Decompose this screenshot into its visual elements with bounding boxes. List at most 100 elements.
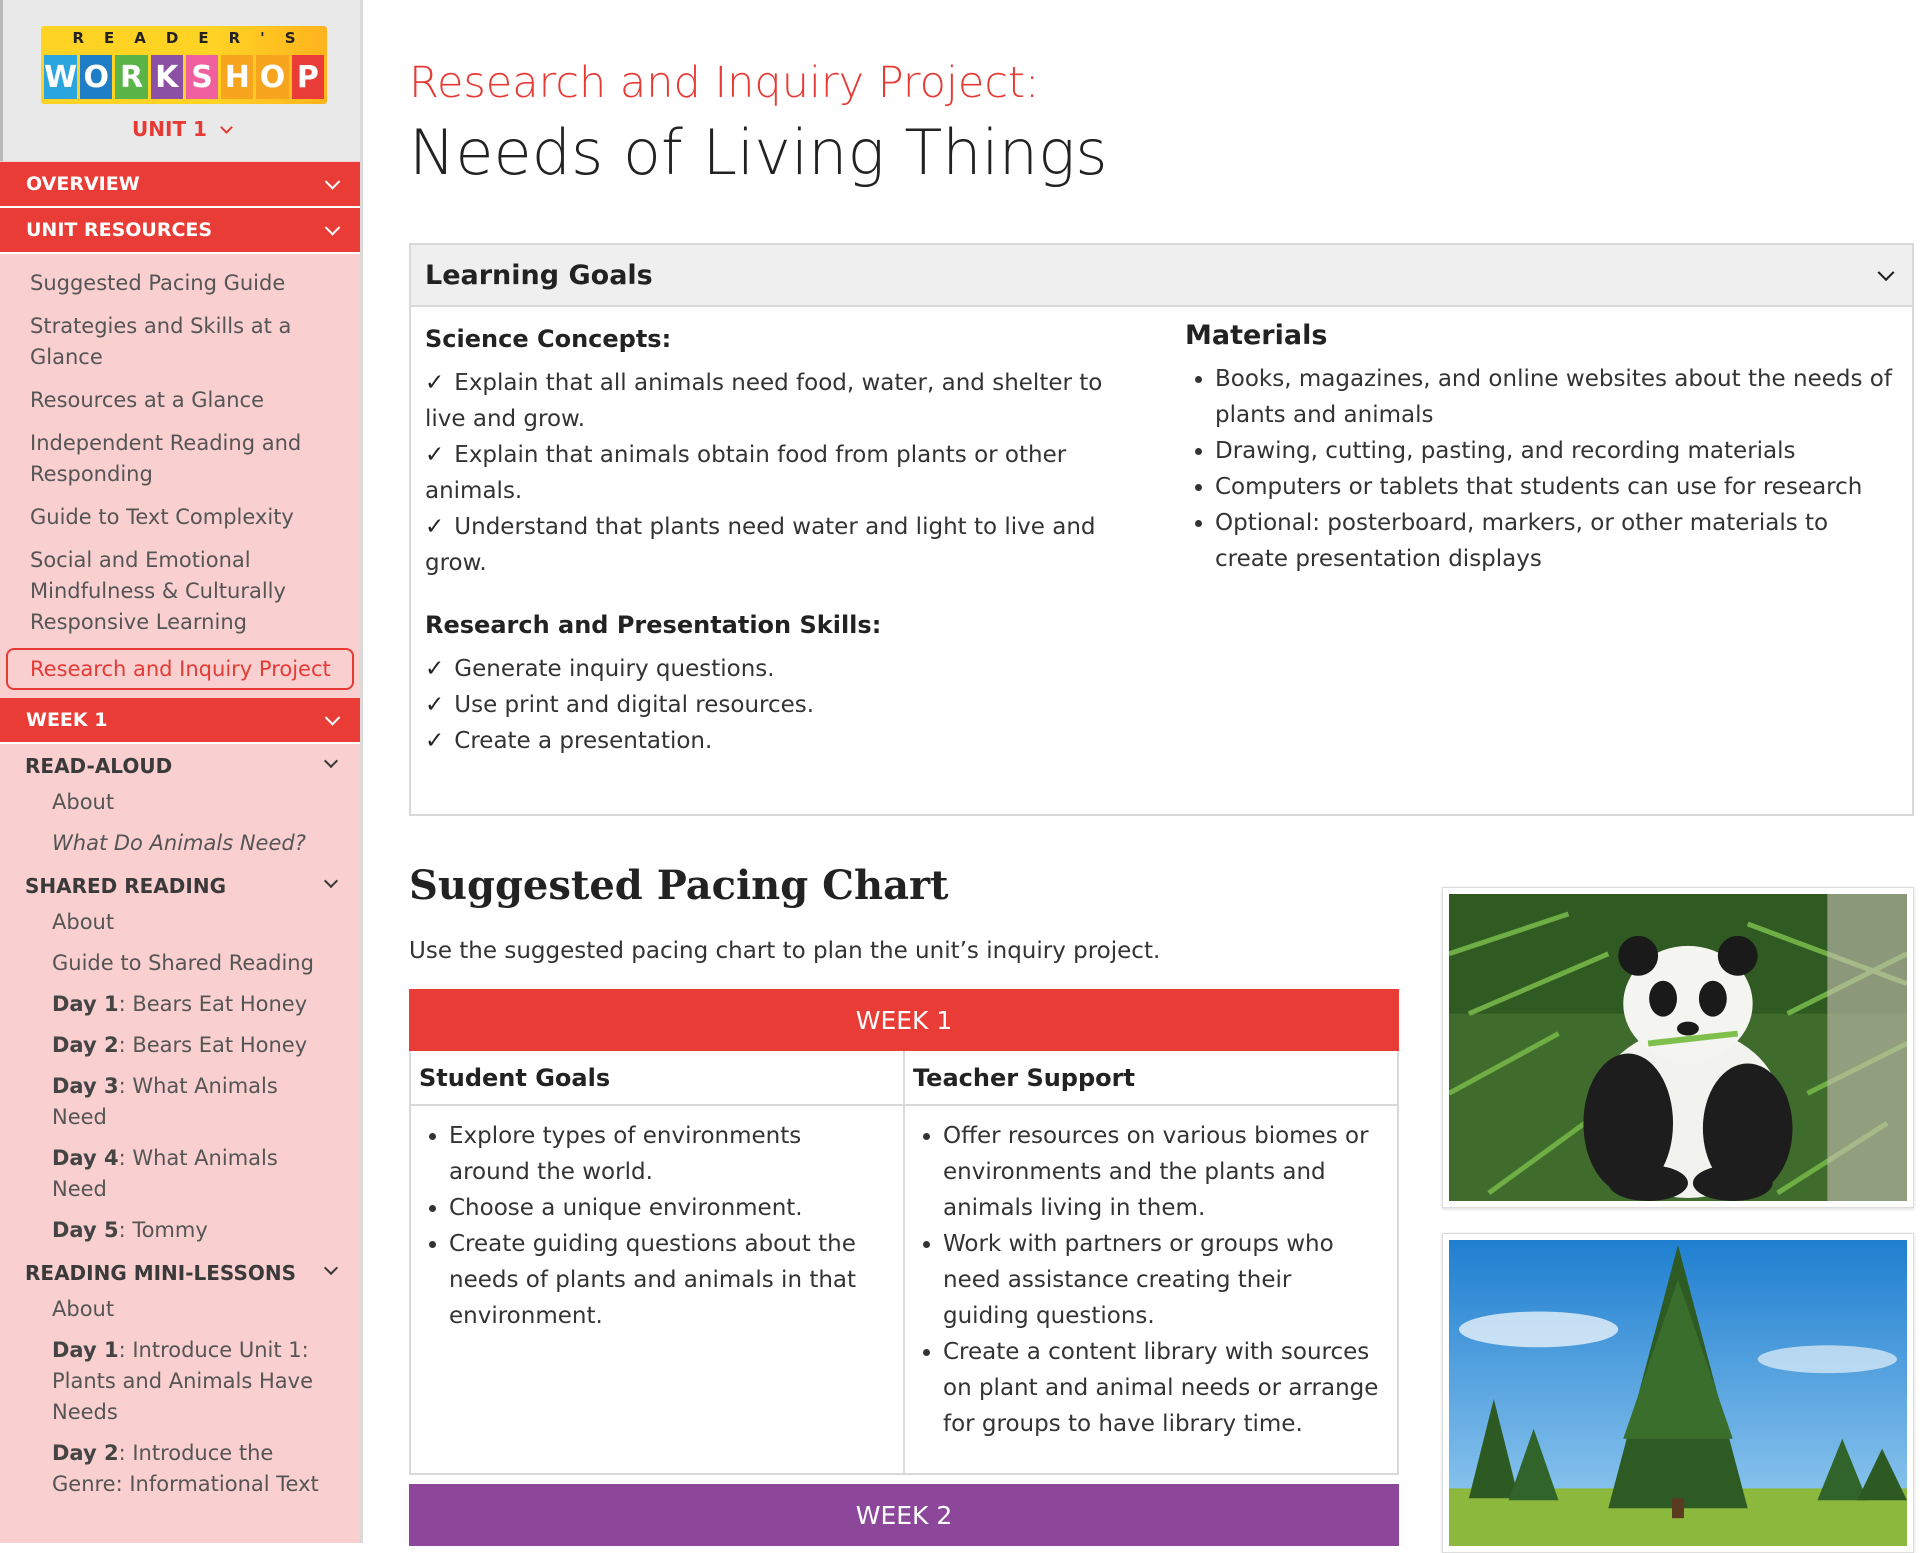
list-item: Computers or tablets that students can u…: [1215, 469, 1905, 505]
week1-bar[interactable]: WEEK 1: [409, 989, 1399, 1051]
shared-reading-day-2[interactable]: Day 2: Bears Eat Honey: [0, 1025, 360, 1066]
pacing-chart-title: Suggested Pacing Chart: [409, 862, 949, 909]
chevron-down-icon: [324, 174, 341, 190]
list-item: ✓ Generate inquiry questions.: [425, 651, 1150, 687]
sidebar-link-pacing-guide[interactable]: Suggested Pacing Guide: [0, 262, 360, 305]
mini-lessons-day-1[interactable]: Day 1: Introduce Unit 1: Plants and Anim…: [0, 1330, 360, 1433]
logo-area: READER'S WORKSHOP UNIT 1: [0, 0, 360, 161]
read-aloud-section[interactable]: READ-ALOUD: [0, 744, 360, 782]
unit-resources-label: UNIT RESOURCES: [26, 219, 213, 241]
mini-lessons-about[interactable]: About: [0, 1289, 360, 1330]
logo-letter: K: [150, 55, 183, 99]
unit-selector[interactable]: UNIT 1: [3, 117, 360, 141]
shared-reading-day-5[interactable]: Day 5: Tommy: [0, 1210, 360, 1251]
sidebar-link-independent-reading[interactable]: Independent Reading and Responding: [0, 422, 360, 496]
read-aloud-title: READ-ALOUD: [25, 754, 173, 778]
day-label: Day 2: [52, 1441, 119, 1465]
unit-resources-links: Suggested Pacing Guide Strategies and Sk…: [0, 254, 360, 694]
student-goals-column: Student Goals Explore types of environme…: [411, 1051, 905, 1473]
list-item: Explore types of environments around the…: [449, 1118, 889, 1190]
logo-letter: H: [221, 55, 254, 99]
list-item: ✓ Explain that all animals need food, wat…: [425, 365, 1150, 437]
learning-goals-title: Learning Goals: [425, 259, 653, 291]
logo-top-text: READER'S: [72, 29, 316, 47]
logo-letter: P: [291, 55, 324, 99]
list-item: Offer resources on various biomes or env…: [943, 1118, 1383, 1226]
skills-heading: Research and Presentation Skills:: [425, 611, 882, 639]
sidebar-link-research-inquiry[interactable]: Research and Inquiry Project: [6, 648, 354, 690]
panda-illustration: [1449, 894, 1907, 1201]
list-item: Work with partners or groups who need as…: [943, 1226, 1383, 1334]
list-item: Create guiding questions about the needs…: [449, 1226, 889, 1334]
day-label: Day 1: [52, 992, 119, 1016]
day-text: : Tommy: [118, 1218, 208, 1242]
skills-list: ✓ Generate inquiry questions. ✓ Use print …: [425, 651, 1150, 759]
day-label: Day 1: [52, 1338, 119, 1362]
week1-label: WEEK 1: [26, 709, 108, 731]
week2-bar[interactable]: WEEK 2: [409, 1484, 1399, 1546]
chevron-down-icon: [220, 121, 233, 134]
student-goals-header: Student Goals: [411, 1051, 903, 1106]
shared-reading-guide[interactable]: Guide to Shared Reading: [0, 943, 360, 984]
chevron-down-icon: [324, 220, 341, 236]
learning-goals-panel: Learning Goals Science Concepts: ✓ Explai…: [409, 243, 1914, 816]
logo-letter: W: [44, 55, 78, 99]
readers-workshop-logo[interactable]: READER'S WORKSHOP: [41, 26, 327, 104]
sidebar-overview-header[interactable]: OVERVIEW: [0, 162, 360, 208]
sidebar-link-text-complexity[interactable]: Guide to Text Complexity: [0, 496, 360, 539]
item-text: Use print and digital resources.: [454, 692, 815, 718]
page-title: Needs of Living Things: [409, 116, 1108, 189]
mini-lessons-section[interactable]: READING MINI-LESSONS: [0, 1251, 360, 1289]
logo-letter: R: [115, 55, 148, 99]
shared-reading-section[interactable]: SHARED READING: [0, 864, 360, 902]
materials-list: Books, magazines, and online websites ab…: [1185, 361, 1905, 577]
panda-photo: [1442, 887, 1914, 1208]
shared-reading-about[interactable]: About: [0, 902, 360, 943]
check-icon: ✓: [425, 656, 445, 682]
chevron-down-icon: [324, 710, 341, 726]
chevron-down-icon: [323, 753, 339, 769]
mini-lessons-day-2[interactable]: Day 2: Introduce the Genre: Informationa…: [0, 1433, 360, 1505]
materials-heading: Materials: [1185, 320, 1328, 351]
page-kicker: Research and Inquiry Project:: [409, 58, 1040, 108]
list-item: ✓ Understand that plants need water and l…: [425, 509, 1150, 581]
shared-reading-title: SHARED READING: [25, 874, 226, 898]
shared-reading-day-1[interactable]: Day 1: Bears Eat Honey: [0, 984, 360, 1025]
list-item: Drawing, cutting, pasting, and recording…: [1215, 433, 1905, 469]
chevron-down-icon: [323, 873, 339, 889]
read-aloud-about[interactable]: About: [0, 782, 360, 823]
overview-label: OVERVIEW: [26, 173, 140, 195]
teacher-support-header: Teacher Support: [905, 1051, 1397, 1106]
check-icon: ✓: [425, 370, 445, 396]
sidebar: READER'S WORKSHOP UNIT 1 OVERVIEW UNIT R…: [0, 0, 363, 1543]
sidebar-link-strategies[interactable]: Strategies and Skills at a Glance: [0, 305, 360, 379]
mini-lessons-title: READING MINI-LESSONS: [25, 1261, 296, 1285]
chevron-down-icon: [323, 1260, 339, 1276]
day-text: : Bears Eat Honey: [118, 992, 308, 1016]
item-text: Understand that plants need water and li…: [425, 514, 1096, 576]
check-icon: ✓: [425, 514, 445, 540]
tree-illustration: [1449, 1240, 1907, 1546]
sidebar-week1-header[interactable]: WEEK 1: [0, 698, 360, 744]
tree-photo: [1442, 1233, 1914, 1553]
read-aloud-book[interactable]: What Do Animals Need?: [0, 823, 360, 864]
sidebar-unit-resources-header[interactable]: UNIT RESOURCES: [0, 208, 360, 254]
day-label: Day 5: [52, 1218, 119, 1242]
teacher-support-body: Offer resources on various biomes or env…: [905, 1106, 1397, 1442]
shared-reading-day-3[interactable]: Day 3: What Animals Need: [0, 1066, 360, 1138]
science-concepts-heading: Science Concepts:: [425, 325, 672, 353]
check-icon: ✓: [425, 692, 445, 718]
chevron-down-icon: [1877, 264, 1895, 282]
shared-reading-day-4[interactable]: Day 4: What Animals Need: [0, 1138, 360, 1210]
item-text: Explain that animals obtain food from pl…: [425, 442, 1067, 504]
day-text: : Bears Eat Honey: [118, 1033, 308, 1057]
list-item: Create a content library with sources on…: [943, 1334, 1383, 1442]
item-text: Explain that all animals need food, wate…: [425, 370, 1103, 432]
day-label: Day 3: [52, 1074, 119, 1098]
sidebar-link-social-emotional[interactable]: Social and Emotional Mindfulness & Cultu…: [0, 539, 360, 644]
student-goals-body: Explore types of environments around the…: [411, 1106, 903, 1334]
list-item: Choose a unique environment.: [449, 1190, 889, 1226]
teacher-support-column: Teacher Support Offer resources on vario…: [905, 1051, 1397, 1473]
learning-goals-header[interactable]: Learning Goals: [411, 245, 1912, 307]
sidebar-link-resources[interactable]: Resources at a Glance: [0, 379, 360, 422]
